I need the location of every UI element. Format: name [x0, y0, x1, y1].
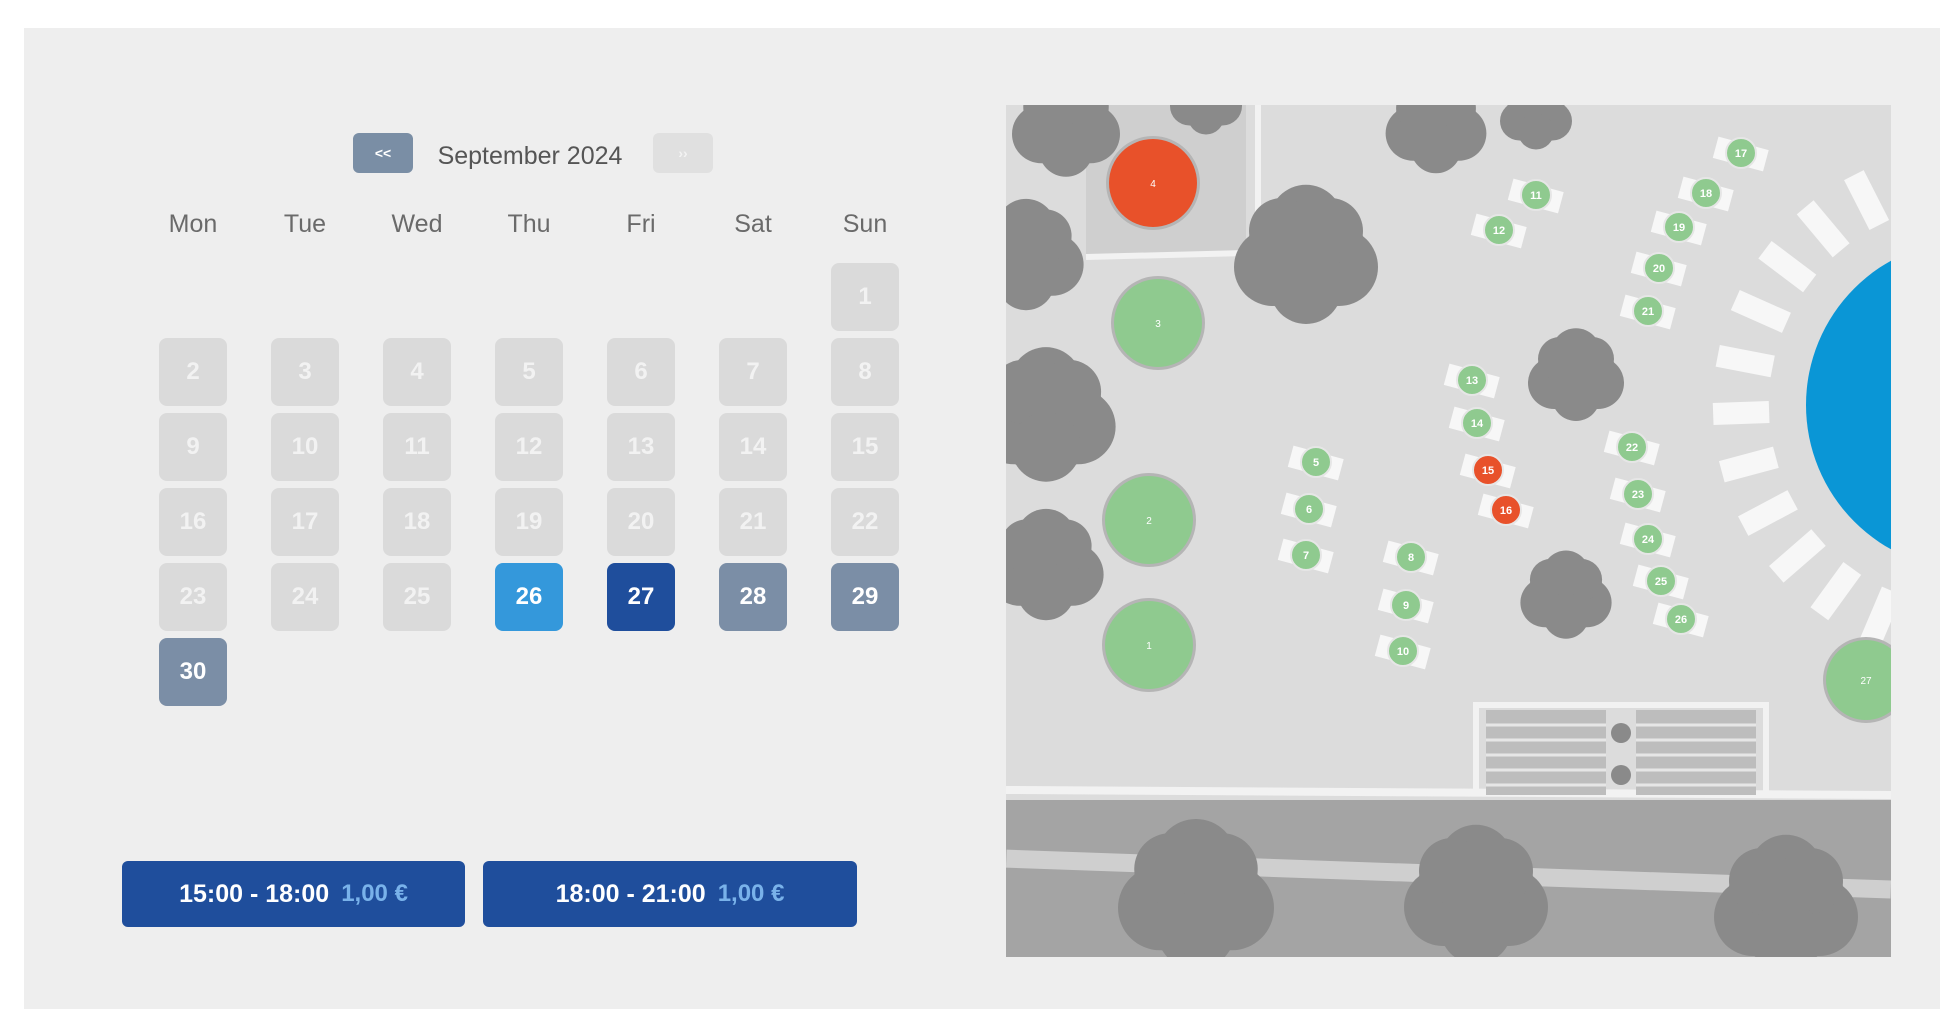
- spot-label: 20: [1653, 263, 1665, 275]
- weekday-sat: Sat: [734, 210, 772, 238]
- calendar-day-7: 7: [719, 338, 787, 406]
- calendar-day-14: 14: [719, 413, 787, 481]
- calendar-day-27[interactable]: 27: [607, 563, 675, 631]
- table-label: 2: [1146, 516, 1152, 527]
- spot-label: 25: [1655, 576, 1667, 588]
- spot-label: 22: [1626, 442, 1638, 454]
- slot-price: 1,00 €: [717, 880, 785, 907]
- table-4[interactable]: 4: [1106, 136, 1200, 230]
- table-label: 4: [1150, 179, 1156, 190]
- calendar-day-19: 19: [495, 488, 563, 556]
- spot-label: 7: [1303, 550, 1309, 562]
- table-label: 3: [1155, 319, 1161, 330]
- table-2[interactable]: 2: [1102, 473, 1196, 567]
- calendar-day-15: 15: [831, 413, 899, 481]
- time-slot-button[interactable]: 18:00 - 21:00 1,00 €: [483, 861, 857, 927]
- table-1[interactable]: 1: [1102, 598, 1196, 692]
- spot-label: 8: [1408, 552, 1414, 564]
- calendar-day-24: 24: [271, 563, 339, 631]
- calendar-day-3: 3: [271, 338, 339, 406]
- weekday-thu: Thu: [507, 210, 551, 238]
- calendar-day-28[interactable]: 28: [719, 563, 787, 631]
- table-3[interactable]: 3: [1111, 276, 1205, 370]
- calendar-day-11: 11: [383, 413, 451, 481]
- spot-label: 11: [1530, 190, 1542, 202]
- calendar-day-16: 16: [159, 488, 227, 556]
- calendar-day-4: 4: [383, 338, 451, 406]
- month-title: September 2024: [437, 142, 623, 170]
- time-slot-button[interactable]: 15:00 - 18:00 1,00 €: [122, 861, 465, 927]
- spot-label: 17: [1735, 148, 1747, 160]
- spot-label: 23: [1632, 489, 1644, 501]
- calendar-day-21: 21: [719, 488, 787, 556]
- table-label: 27: [1860, 676, 1872, 687]
- calendar-day-30[interactable]: 30: [159, 638, 227, 706]
- prev-month-button[interactable]: <<: [353, 133, 413, 173]
- calendar-day-25: 25: [383, 563, 451, 631]
- spot-label: 26: [1675, 614, 1687, 626]
- calendar-day-2: 2: [159, 338, 227, 406]
- spot-label: 19: [1673, 222, 1685, 234]
- slot-time: 15:00 - 18:00: [179, 879, 330, 908]
- spot-label: 5: [1313, 457, 1319, 469]
- calendar-day-1: 1: [831, 263, 899, 331]
- calendar-day-6: 6: [607, 338, 675, 406]
- calendar-day-10: 10: [271, 413, 339, 481]
- spot-label: 15: [1482, 465, 1494, 477]
- weekday-wed: Wed: [391, 210, 443, 238]
- weekday-tue: Tue: [283, 210, 327, 238]
- spot-label: 10: [1397, 646, 1409, 658]
- calendar-day-12: 12: [495, 413, 563, 481]
- calendar-day-9: 9: [159, 413, 227, 481]
- table-label: 1: [1146, 641, 1152, 652]
- calendar-day-26[interactable]: 26: [495, 563, 563, 631]
- calendar-day-23: 23: [159, 563, 227, 631]
- spot-label: 12: [1493, 225, 1505, 237]
- weekday-sun: Sun: [842, 210, 888, 238]
- calendar-day-22: 22: [831, 488, 899, 556]
- spot-label: 9: [1403, 600, 1409, 612]
- venue-map: 432127 567 891011121314151617181920212223…: [1006, 105, 1891, 957]
- next-month-button[interactable]: ››: [653, 133, 713, 173]
- spot-label: 24: [1642, 534, 1655, 546]
- spot-label: 21: [1642, 306, 1654, 318]
- slot-time: 18:00 - 21:00: [555, 879, 706, 908]
- calendar-day-13: 13: [607, 413, 675, 481]
- spot-label: 18: [1700, 188, 1712, 200]
- spot-label: 13: [1466, 375, 1478, 387]
- weekday-mon: Mon: [168, 210, 218, 238]
- calendar-day-8: 8: [831, 338, 899, 406]
- calendar-day-17: 17: [271, 488, 339, 556]
- calendar-day-20: 20: [607, 488, 675, 556]
- slot-price: 1,00 €: [341, 880, 408, 907]
- calendar-day-18: 18: [383, 488, 451, 556]
- spot-label: 16: [1500, 505, 1512, 517]
- spot-label: 6: [1306, 504, 1312, 516]
- calendar-day-29[interactable]: 29: [831, 563, 899, 631]
- spot-label: 14: [1471, 418, 1484, 430]
- sunbed-icon: [1712, 401, 1770, 425]
- calendar-day-5: 5: [495, 338, 563, 406]
- weekday-fri: Fri: [626, 210, 656, 238]
